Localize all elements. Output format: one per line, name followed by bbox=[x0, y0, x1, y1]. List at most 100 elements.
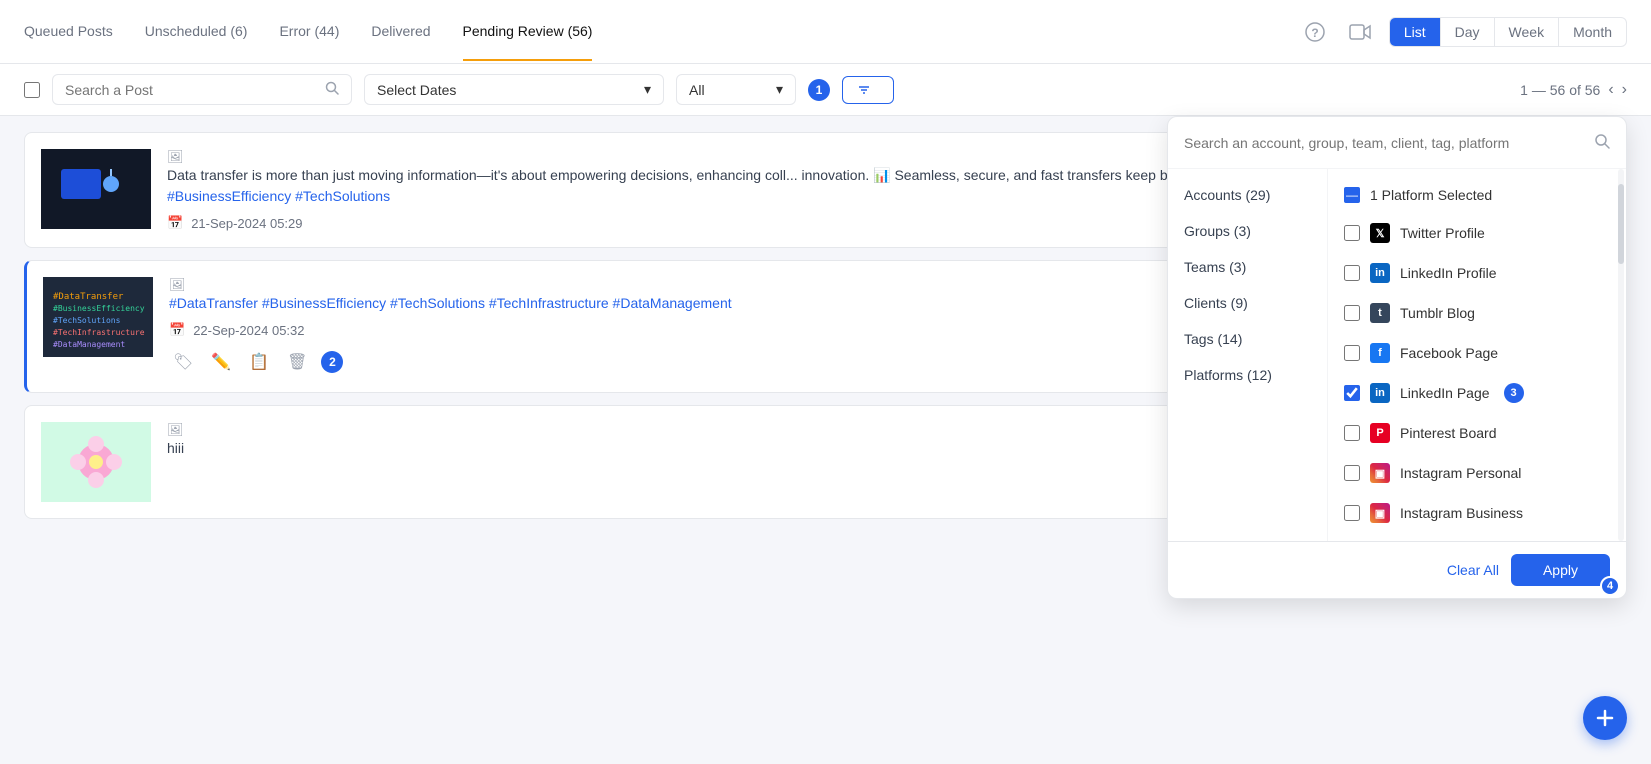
checkbox-linkedin-profile[interactable] bbox=[1344, 265, 1360, 281]
post-date-2: 22-Sep-2024 05:32 bbox=[193, 323, 304, 338]
date-select[interactable]: Select Dates ▾ bbox=[364, 74, 664, 105]
filter-option-label-instagram-business: Instagram Business bbox=[1400, 505, 1523, 521]
nav-tab-queued[interactable]: Queued Posts bbox=[24, 3, 113, 61]
nav-tab-unscheduled[interactable]: Unscheduled (6) bbox=[145, 3, 248, 61]
prev-page-button[interactable]: ‹ bbox=[1608, 81, 1613, 99]
nav-tab-delivered[interactable]: Delivered bbox=[371, 3, 430, 61]
checkbox-instagram-personal[interactable] bbox=[1344, 465, 1360, 481]
post-thumbnail-1 bbox=[41, 149, 151, 229]
chevron-down-icon-2: ▾ bbox=[776, 81, 783, 98]
checkbox-facebook[interactable] bbox=[1344, 345, 1360, 361]
badge-3: 3 bbox=[1504, 383, 1524, 403]
checkbox-tumblr[interactable] bbox=[1344, 305, 1360, 321]
top-nav: Queued Posts Unscheduled (6) Error (44) … bbox=[0, 0, 1651, 64]
video-button[interactable] bbox=[1343, 18, 1377, 46]
svg-text:?: ? bbox=[1311, 26, 1318, 40]
checkbox-instagram-business[interactable] bbox=[1344, 505, 1360, 521]
filter-option-label-linkedin-profile: LinkedIn Profile bbox=[1400, 265, 1497, 281]
search-box bbox=[52, 74, 352, 105]
filter-posts-button[interactable] bbox=[842, 76, 894, 104]
svg-text:#TechInfrastructure: #TechInfrastructure bbox=[53, 328, 145, 337]
filter-option-label-linkedin-page: LinkedIn Page bbox=[1400, 385, 1490, 401]
instagram-business-icon: ▣ bbox=[1370, 503, 1390, 523]
nav-right: ? List Day Week Month bbox=[1299, 16, 1627, 48]
filter-search-input[interactable] bbox=[1184, 135, 1586, 151]
facebook-icon: f bbox=[1370, 343, 1390, 363]
filter-option-label-tumblr: Tumblr Blog bbox=[1400, 305, 1475, 321]
filter-cat-platforms[interactable]: Platforms (12) bbox=[1168, 357, 1327, 393]
filter-panel: Accounts (29) Groups (3) Teams (3) Clien… bbox=[1167, 116, 1627, 599]
filter-cat-accounts[interactable]: Accounts (29) bbox=[1168, 177, 1327, 213]
nav-tab-pending-review[interactable]: Pending Review (56) bbox=[463, 3, 593, 61]
filter-option-twitter[interactable]: 𝕏 Twitter Profile bbox=[1328, 213, 1626, 253]
filter-option-pinterest[interactable]: P Pinterest Board bbox=[1328, 413, 1626, 453]
hashtag-1: #BusinessEfficiency #TechSolutions bbox=[167, 188, 390, 204]
filter-cat-tags[interactable]: Tags (14) bbox=[1168, 321, 1327, 357]
filter-option-linkedin-page[interactable]: in LinkedIn Page 3 bbox=[1328, 373, 1626, 413]
checkbox-pinterest[interactable] bbox=[1344, 425, 1360, 441]
pinterest-icon: P bbox=[1370, 423, 1390, 443]
badge-1: 1 bbox=[808, 79, 830, 101]
view-week-button[interactable]: Week bbox=[1495, 18, 1560, 46]
nav-tab-error[interactable]: Error (44) bbox=[279, 3, 339, 61]
scrollbar-thumb[interactable] bbox=[1618, 184, 1624, 264]
filter-footer: Clear All Apply 4 bbox=[1168, 541, 1626, 598]
checkbox-twitter[interactable] bbox=[1344, 225, 1360, 241]
edit-icon[interactable]: ✏️ bbox=[207, 348, 235, 376]
view-day-button[interactable]: Day bbox=[1441, 18, 1495, 46]
view-month-button[interactable]: Month bbox=[1559, 18, 1626, 46]
linkedin-page-icon: in bbox=[1370, 383, 1390, 403]
filter-cat-teams[interactable]: Teams (3) bbox=[1168, 249, 1327, 285]
next-page-button[interactable]: › bbox=[1622, 81, 1627, 99]
minus-checkbox: — bbox=[1344, 187, 1360, 203]
filter-option-1platform[interactable]: — 1 Platform Selected bbox=[1328, 177, 1626, 213]
svg-text:#DataTransfer: #DataTransfer bbox=[53, 292, 124, 302]
post-thumbnail-2: #DataTransfer #BusinessEfficiency #TechSol… bbox=[43, 277, 153, 357]
fab-button[interactable] bbox=[1583, 696, 1627, 740]
copy-icon[interactable]: 📋 bbox=[245, 348, 273, 376]
svg-text:#TechSolutions: #TechSolutions bbox=[53, 316, 121, 325]
search-icon bbox=[325, 81, 339, 98]
hashtag-2: #DataTransfer #BusinessEfficiency #TechS… bbox=[169, 295, 732, 311]
filter-left: Accounts (29) Groups (3) Teams (3) Clien… bbox=[1168, 169, 1328, 541]
filter-cat-clients[interactable]: Clients (9) bbox=[1168, 285, 1327, 321]
filter-option-instagram-personal[interactable]: ▣ Instagram Personal bbox=[1328, 453, 1626, 493]
clear-all-button[interactable]: Clear All bbox=[1447, 562, 1499, 578]
scrollbar-track bbox=[1618, 169, 1624, 541]
calendar-icon-2: 📅 bbox=[169, 322, 185, 338]
view-group: List Day Week Month bbox=[1389, 17, 1627, 47]
instagram-personal-icon: ▣ bbox=[1370, 463, 1390, 483]
delete-icon[interactable]: 🗑 bbox=[283, 348, 311, 376]
badge-2: 2 bbox=[321, 351, 343, 373]
search-input[interactable] bbox=[65, 82, 317, 98]
svg-text:#DataManagement: #DataManagement bbox=[53, 340, 125, 349]
view-list-button[interactable]: List bbox=[1390, 18, 1441, 46]
filter-search-row bbox=[1168, 117, 1626, 169]
calendar-icon-1: 📅 bbox=[167, 215, 183, 231]
twitter-icon: 𝕏 bbox=[1370, 223, 1390, 243]
toolbar: Select Dates ▾ All ▾ 1 1 — 56 of 56 ‹ › bbox=[0, 64, 1651, 116]
filter-search-icon bbox=[1594, 133, 1610, 152]
select-all-checkbox-wrap[interactable] bbox=[24, 82, 40, 98]
tumblr-icon: t bbox=[1370, 303, 1390, 323]
filter-option-instagram-business[interactable]: ▣ Instagram Business bbox=[1328, 493, 1626, 533]
filter-option-linkedin-profile[interactable]: in LinkedIn Profile bbox=[1328, 253, 1626, 293]
filter-cat-groups[interactable]: Groups (3) bbox=[1168, 213, 1327, 249]
post-thumbnail-3 bbox=[41, 422, 151, 502]
all-select[interactable]: All ▾ bbox=[676, 74, 796, 105]
checkbox-linkedin-page[interactable] bbox=[1344, 385, 1360, 401]
filter-option-label-instagram-personal: Instagram Personal bbox=[1400, 465, 1521, 481]
chevron-down-icon: ▾ bbox=[644, 81, 651, 98]
tag-icon[interactable]: 🏷 bbox=[169, 348, 197, 376]
svg-text:#BusinessEfficiency: #BusinessEfficiency bbox=[53, 304, 145, 313]
select-all-checkbox[interactable] bbox=[24, 82, 40, 98]
apply-button[interactable]: Apply 4 bbox=[1511, 554, 1610, 586]
help-button[interactable]: ? bbox=[1299, 16, 1331, 48]
filter-option-facebook[interactable]: f Facebook Page bbox=[1328, 333, 1626, 373]
filter-option-label-1platform: 1 Platform Selected bbox=[1370, 187, 1492, 203]
filter-option-tumblr[interactable]: t Tumblr Blog bbox=[1328, 293, 1626, 333]
main-content: 🖼 Data transfer is more than just moving… bbox=[0, 116, 1651, 547]
filter-option-label-twitter: Twitter Profile bbox=[1400, 225, 1485, 241]
linkedin-icon: in bbox=[1370, 263, 1390, 283]
all-select-label: All bbox=[689, 82, 705, 98]
